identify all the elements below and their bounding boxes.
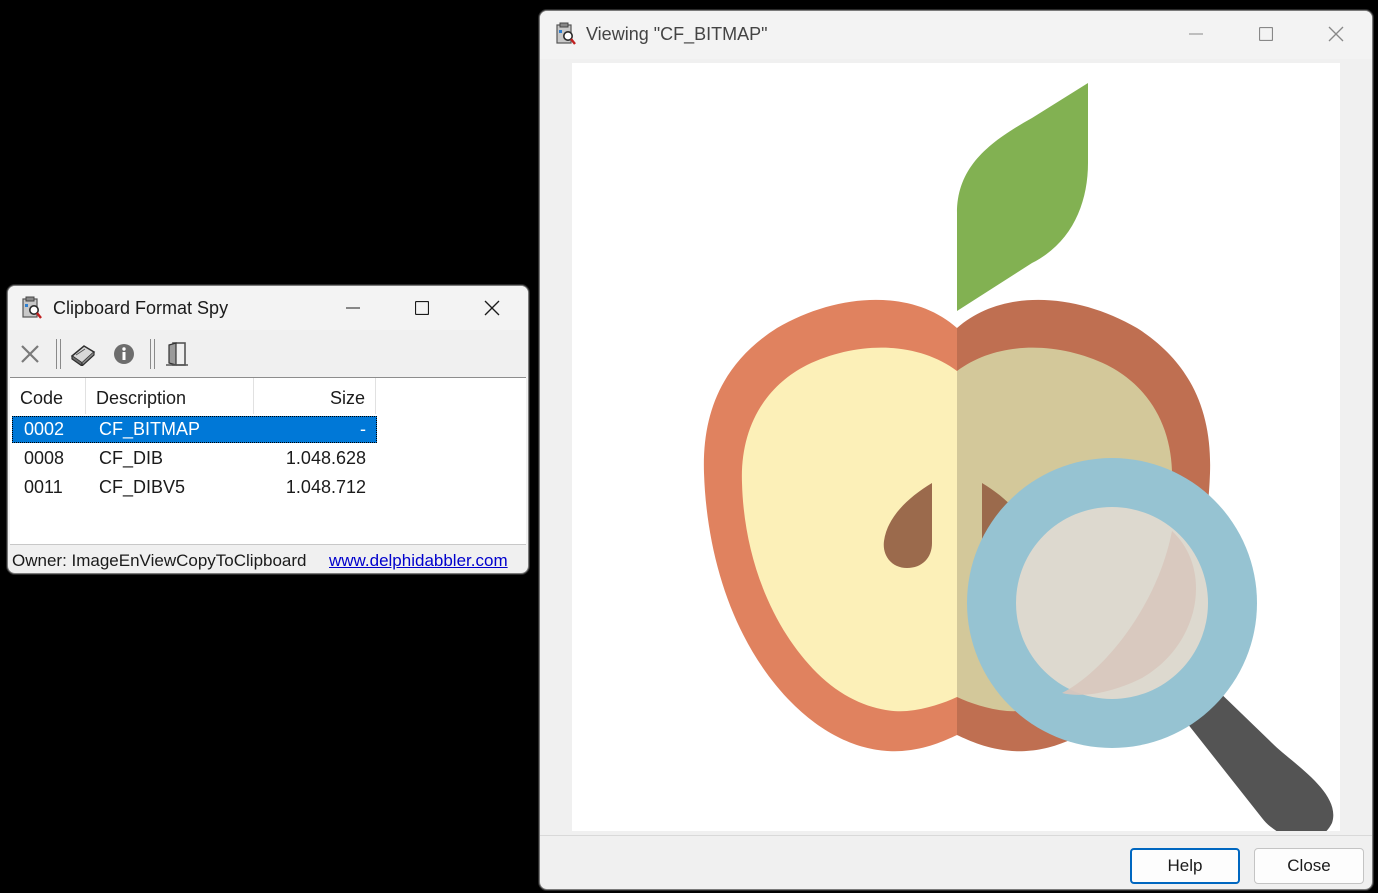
column-header-description[interactable]: Description [86, 378, 254, 414]
website-link[interactable]: www.delphidabbler.com [329, 551, 508, 571]
maximize-button[interactable] [1243, 16, 1289, 52]
door-exit-icon [166, 342, 188, 366]
spy-titlebar[interactable]: Clipboard Format Spy [8, 286, 528, 330]
row-code: 0002 [24, 419, 65, 439]
viewer-window: Viewing "CF_BITMAP" Help Close [539, 10, 1373, 890]
row-description: CF_BITMAP [99, 419, 201, 439]
owner-status: Owner: ImageEnViewCopyToClipboard [12, 551, 307, 570]
row-size: 1.048.712 [285, 477, 366, 497]
spy-toolbar [8, 336, 528, 374]
list-row[interactable]: 0002 CF_BITMAP - [12, 416, 377, 443]
view-button[interactable] [70, 341, 96, 367]
list-row[interactable]: 0008 CF_DIB 1.048.628 [12, 445, 377, 472]
app-icon [21, 296, 43, 325]
minimize-icon [346, 307, 360, 309]
row-description: CF_DIBV5 [99, 477, 186, 497]
close-icon [484, 300, 500, 316]
minimize-button[interactable] [1173, 16, 1219, 52]
row-size: - [360, 419, 366, 439]
maximize-icon [415, 301, 429, 315]
help-button[interactable]: Help [1130, 848, 1240, 884]
toolbar-separator [56, 339, 61, 369]
minimize-button[interactable] [330, 290, 376, 326]
maximize-button[interactable] [399, 290, 445, 326]
minimize-icon [1189, 33, 1203, 35]
clipboard-format-spy-window: Clipboard Format Spy Code Description Si… [7, 285, 529, 574]
close-icon [1328, 26, 1344, 42]
clear-button[interactable] [17, 341, 43, 367]
close-window-button[interactable] [1313, 16, 1359, 52]
close-x-icon [21, 345, 39, 363]
window-title: Clipboard Format Spy [53, 298, 229, 318]
window-title: Viewing "CF_BITMAP" [586, 24, 768, 44]
column-header-code[interactable]: Code [10, 378, 86, 414]
info-button[interactable] [111, 341, 137, 367]
image-view [572, 63, 1340, 831]
app-icon [555, 22, 577, 51]
apple-magnifier-image [703, 83, 1334, 831]
list-row[interactable]: 0011 CF_DIBV5 1.048.712 [12, 474, 377, 501]
row-size: 1.048.628 [285, 448, 366, 468]
book-icon [70, 345, 96, 366]
toolbar-separator [150, 339, 155, 369]
info-icon [114, 344, 134, 364]
status-bar: Owner: ImageEnViewCopyToClipboard www.de… [8, 551, 528, 573]
button-panel: Help Close [540, 835, 1372, 889]
formats-list[interactable]: Code Description Size 0002 CF_BITMAP - 0… [10, 377, 526, 545]
close-window-button[interactable] [469, 290, 515, 326]
list-header: Code Description Size [10, 378, 376, 414]
viewer-titlebar[interactable]: Viewing "CF_BITMAP" [540, 11, 1372, 59]
row-description: CF_DIB [99, 448, 164, 468]
row-code: 0008 [24, 448, 65, 468]
exit-button[interactable] [164, 341, 190, 367]
row-code: 0011 [24, 477, 63, 497]
column-header-size[interactable]: Size [254, 378, 376, 414]
close-button[interactable]: Close [1254, 848, 1364, 884]
maximize-icon [1259, 27, 1273, 41]
